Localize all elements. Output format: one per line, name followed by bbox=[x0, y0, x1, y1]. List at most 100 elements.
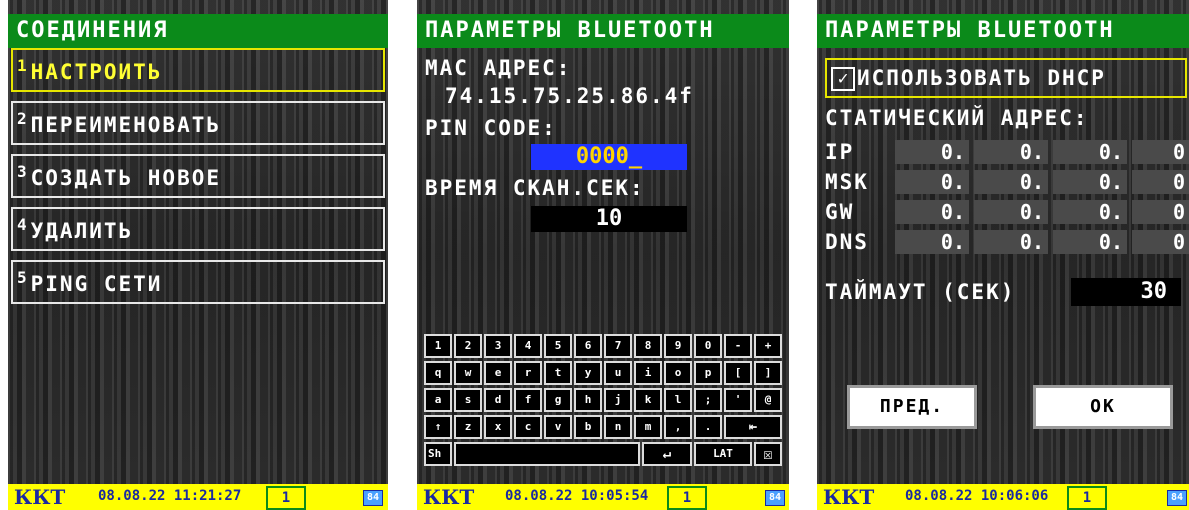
key[interactable]: + bbox=[754, 334, 782, 358]
menu-item-label: СОЗДАТЬ НОВОЕ bbox=[30, 166, 222, 190]
mask-octet-field[interactable]: 0 bbox=[1132, 170, 1189, 194]
key[interactable]: 5 bbox=[544, 334, 572, 358]
ip-octet-field[interactable]: 0. bbox=[974, 140, 1048, 164]
key[interactable]: 1 bbox=[424, 334, 452, 358]
dns-octet-field[interactable]: 0. bbox=[1053, 230, 1127, 254]
key[interactable]: v bbox=[544, 415, 572, 439]
key[interactable]: ] bbox=[754, 361, 782, 385]
key[interactable]: j bbox=[604, 388, 632, 412]
dns-octet-field[interactable]: 0. bbox=[974, 230, 1048, 254]
key[interactable]: o bbox=[664, 361, 692, 385]
key[interactable]: d bbox=[484, 388, 512, 412]
key[interactable]: a bbox=[424, 388, 452, 412]
dns-label: DNS bbox=[825, 230, 869, 254]
key[interactable]: 6 bbox=[574, 334, 602, 358]
key[interactable]: 3 bbox=[484, 334, 512, 358]
key[interactable]: 0 bbox=[694, 334, 722, 358]
status-datetime: 08.08.22 10:05:54 bbox=[505, 488, 649, 504]
menu-item-label: НАСТРОИТЬ bbox=[30, 60, 163, 84]
key[interactable]: , bbox=[664, 415, 692, 439]
gateway-octet-field[interactable]: 0 bbox=[1132, 200, 1189, 224]
key[interactable]: ' bbox=[724, 388, 752, 412]
menu-item-configure[interactable]: 1НАСТРОИТЬ bbox=[11, 48, 385, 92]
ip-octet-field[interactable]: 0. bbox=[895, 140, 969, 164]
key[interactable]: y bbox=[574, 361, 602, 385]
menu-item-create-new[interactable]: 3СОЗДАТЬ НОВОЕ bbox=[11, 154, 385, 198]
status-datetime: 08.08.22 11:21:27 bbox=[98, 488, 242, 504]
menu-item-rename[interactable]: 2ПЕРЕИМЕНОВАТЬ bbox=[11, 101, 385, 145]
key[interactable]: - bbox=[724, 334, 752, 358]
gateway-octet-field[interactable]: 0. bbox=[1053, 200, 1127, 224]
checkbox-checked-icon[interactable]: ✓ bbox=[831, 67, 855, 91]
key[interactable]: u bbox=[604, 361, 632, 385]
key[interactable]: z bbox=[454, 415, 482, 439]
key[interactable]: 4 bbox=[514, 334, 542, 358]
key[interactable]: k bbox=[634, 388, 662, 412]
shift-arrow-key[interactable]: ↑ bbox=[424, 415, 452, 439]
ip-octet-field[interactable]: 0 bbox=[1132, 140, 1189, 164]
kkt-label: ККТ bbox=[423, 485, 475, 509]
key[interactable]: m bbox=[634, 415, 662, 439]
shift-key[interactable]: Sh bbox=[424, 442, 452, 466]
ip-octet-field[interactable]: 0. bbox=[1053, 140, 1127, 164]
kkt-label: ККТ bbox=[14, 485, 66, 509]
menu-item-number: 5 bbox=[17, 268, 29, 287]
dhcp-row[interactable]: ✓ ИСПОЛЬЗОВАТЬ DHCP bbox=[825, 58, 1187, 98]
battery-icon: 84 bbox=[1167, 490, 1187, 506]
key[interactable]: @ bbox=[754, 388, 782, 412]
key[interactable]: c bbox=[514, 415, 542, 439]
key[interactable]: l bbox=[664, 388, 692, 412]
status-bar: ККТ 08.08.22 10:06:06 1 84 bbox=[817, 484, 1189, 510]
key[interactable]: q bbox=[424, 361, 452, 385]
key[interactable]: e bbox=[484, 361, 512, 385]
close-keyboard-icon[interactable]: ☒ bbox=[754, 442, 782, 466]
key[interactable]: 7 bbox=[604, 334, 632, 358]
scan-time-input[interactable]: 10 bbox=[531, 206, 687, 232]
gateway-octet-field[interactable]: 0. bbox=[895, 200, 969, 224]
dns-octet-field[interactable]: 0 bbox=[1132, 230, 1189, 254]
static-address-label: СТАТИЧЕСКИЙ АДРЕС: bbox=[825, 106, 1089, 130]
dns-octet-field[interactable]: 0. bbox=[895, 230, 969, 254]
prev-button[interactable]: ПРЕД. bbox=[847, 385, 977, 429]
key[interactable]: g bbox=[544, 388, 572, 412]
status-counter: 1 bbox=[667, 486, 707, 510]
menu-item-number: 4 bbox=[17, 215, 29, 234]
ip-label: IP bbox=[825, 140, 855, 164]
key[interactable]: b bbox=[574, 415, 602, 439]
lang-key[interactable]: LAT bbox=[694, 442, 752, 466]
mac-value: 74.15.75.25.86.4f bbox=[445, 84, 694, 108]
key[interactable]: 2 bbox=[454, 334, 482, 358]
timeout-input[interactable]: 30 bbox=[1071, 278, 1181, 306]
key[interactable]: f bbox=[514, 388, 542, 412]
status-bar: ККТ 08.08.22 10:05:54 1 84 bbox=[417, 484, 789, 510]
key[interactable]: . bbox=[694, 415, 722, 439]
key[interactable]: x bbox=[484, 415, 512, 439]
menu-item-delete[interactable]: 4УДАЛИТЬ bbox=[11, 207, 385, 251]
backspace-key[interactable]: ⇤ bbox=[724, 415, 782, 439]
key[interactable]: h bbox=[574, 388, 602, 412]
key[interactable]: p bbox=[694, 361, 722, 385]
key[interactable]: ; bbox=[694, 388, 722, 412]
pin-input[interactable]: 0000_ bbox=[531, 144, 687, 170]
key[interactable]: [ bbox=[724, 361, 752, 385]
menu-item-number: 1 bbox=[17, 56, 29, 75]
key[interactable]: 8 bbox=[634, 334, 662, 358]
gateway-octet-field[interactable]: 0. bbox=[974, 200, 1048, 224]
key[interactable]: r bbox=[514, 361, 542, 385]
kkt-label: ККТ bbox=[823, 485, 875, 509]
key[interactable]: i bbox=[634, 361, 662, 385]
menu-item-ping[interactable]: 5PING СЕТИ bbox=[11, 260, 385, 304]
key[interactable]: n bbox=[604, 415, 632, 439]
key[interactable]: 9 bbox=[664, 334, 692, 358]
key[interactable]: w bbox=[454, 361, 482, 385]
mask-octet-field[interactable]: 0. bbox=[974, 170, 1048, 194]
key[interactable]: t bbox=[544, 361, 572, 385]
mask-octet-field[interactable]: 0. bbox=[895, 170, 969, 194]
enter-key[interactable]: ↵ bbox=[642, 442, 692, 466]
key[interactable]: s bbox=[454, 388, 482, 412]
mask-octet-field[interactable]: 0. bbox=[1053, 170, 1127, 194]
space-key[interactable] bbox=[454, 442, 640, 466]
ok-button[interactable]: OK bbox=[1033, 385, 1173, 429]
mac-label: MAC АДРЕС: bbox=[425, 56, 572, 80]
status-counter: 1 bbox=[266, 486, 306, 510]
